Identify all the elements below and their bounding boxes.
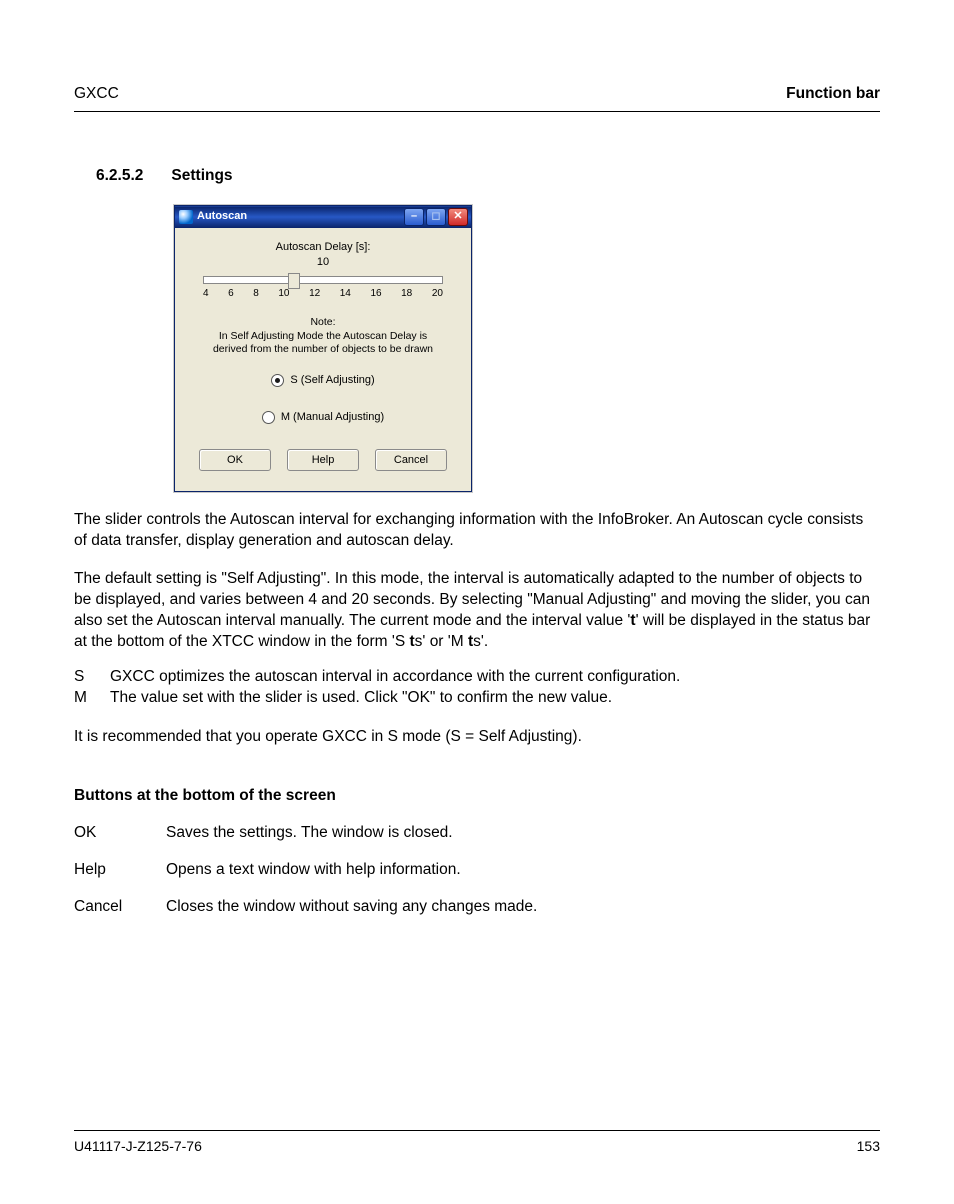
note-title: Note: [189, 316, 457, 330]
minimize-icon[interactable]: – [404, 208, 424, 226]
row-ok-val: Saves the settings. The window is closed… [166, 823, 453, 844]
buttons-table: OK Saves the settings. The window is clo… [74, 823, 880, 918]
mode-definitions: S GXCC optimizes the autoscan interval i… [74, 667, 880, 709]
page-footer: U41117-J-Z125-7-76 153 [74, 1130, 880, 1156]
row-cancel-key: Cancel [74, 897, 166, 918]
cancel-button[interactable]: Cancel [375, 449, 447, 471]
row-ok-key: OK [74, 823, 166, 844]
running-header: GXCC Function bar [74, 84, 880, 112]
row-help-val: Opens a text window with help informatio… [166, 860, 461, 881]
buttons-subheading: Buttons at the bottom of the screen [74, 786, 880, 807]
page-number: 153 [857, 1137, 880, 1156]
dialog-title: Autoscan [197, 209, 247, 224]
paragraph-3: It is recommended that you operate GXCC … [74, 727, 880, 748]
autoscan-dialog: Autoscan – ◻ ✕ Autoscan Delay [s]: 10 4 … [174, 205, 472, 492]
row-cancel-val: Closes the window without saving any cha… [166, 897, 537, 918]
ok-button[interactable]: OK [199, 449, 271, 471]
slider-thumb[interactable] [288, 273, 300, 289]
close-icon[interactable]: ✕ [448, 208, 468, 226]
slider-ticks: 4 6 8 10 12 14 16 18 20 [203, 287, 443, 301]
footer-doc-id: U41117-J-Z125-7-76 [74, 1137, 202, 1156]
note-line2: derived from the number of objects to be… [189, 343, 457, 357]
section-title: Settings [171, 166, 232, 187]
app-icon [179, 210, 193, 224]
paragraph-1: The slider controls the Autoscan interva… [74, 510, 880, 552]
autoscan-slider[interactable] [203, 276, 443, 284]
slider-label: Autoscan Delay [s]: [185, 240, 461, 255]
paragraph-2: The default setting is "Self Adjusting".… [74, 569, 880, 653]
header-left: GXCC [74, 84, 119, 105]
def-m-val: The value set with the slider is used. C… [110, 688, 612, 709]
section-heading: 6.2.5.2 Settings [96, 166, 880, 187]
def-m-key: M [74, 688, 96, 709]
header-right: Function bar [786, 84, 880, 105]
def-s-key: S [74, 667, 96, 688]
row-help-key: Help [74, 860, 166, 881]
radio-m-label: M (Manual Adjusting) [281, 410, 384, 425]
maximize-icon[interactable]: ◻ [426, 208, 446, 226]
note-block: Note: In Self Adjusting Mode the Autosca… [189, 316, 457, 357]
radio-selected-icon[interactable] [271, 374, 284, 387]
help-button[interactable]: Help [287, 449, 359, 471]
note-line1: In Self Adjusting Mode the Autoscan Dela… [189, 330, 457, 344]
radio-manual-adjusting[interactable]: M (Manual Adjusting) [185, 410, 461, 425]
radio-self-adjusting[interactable]: S (Self Adjusting) [185, 373, 461, 388]
radio-s-label: S (Self Adjusting) [290, 373, 374, 388]
slider-value: 10 [185, 255, 461, 270]
radio-unselected-icon[interactable] [262, 411, 275, 424]
dialog-titlebar: Autoscan – ◻ ✕ [175, 206, 471, 228]
def-s-val: GXCC optimizes the autoscan interval in … [110, 667, 680, 688]
section-number: 6.2.5.2 [96, 166, 143, 187]
